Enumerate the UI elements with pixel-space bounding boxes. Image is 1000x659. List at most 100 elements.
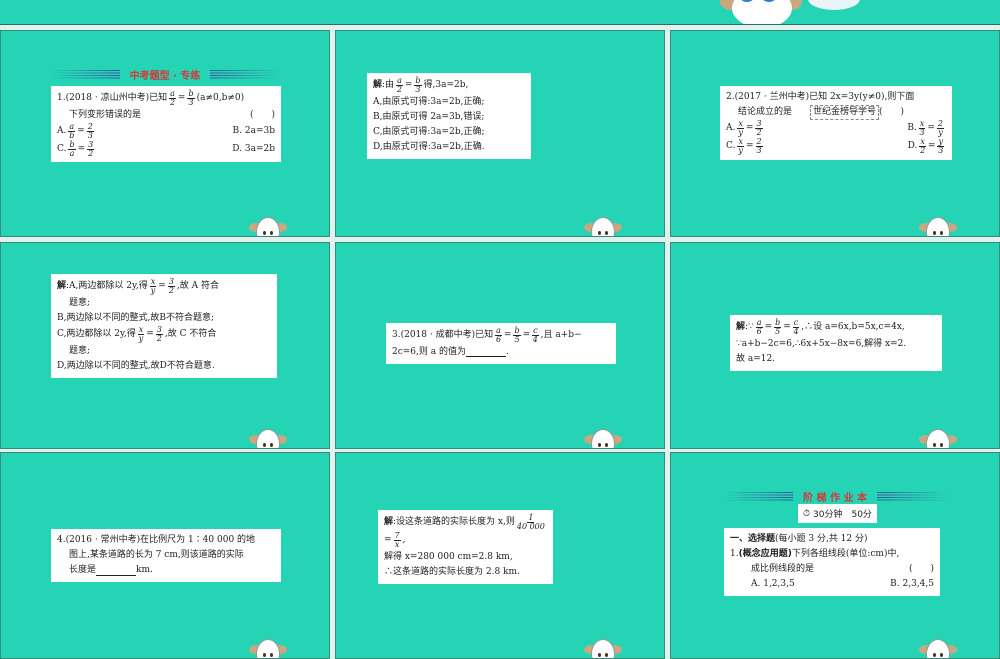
mascot-part bbox=[933, 443, 936, 447]
fraction: 32 bbox=[155, 325, 163, 344]
text-line: 结论成立的是 世纪金榜导学号( ) bbox=[726, 105, 946, 121]
time-score-badge: ⏱ 30分钟 50分 bbox=[798, 504, 877, 523]
dog-mascot-icon bbox=[919, 429, 957, 448]
slide-4[interactable]: 解:A,两边都除以 2y,得 x y = 3 2 ,故 A 符合 题意; B,两边除以不同的整式… bbox=[0, 242, 330, 449]
fraction: ba bbox=[68, 140, 76, 159]
denominator: 2 bbox=[156, 334, 162, 344]
fraction: b5 bbox=[774, 318, 782, 337]
dog-mascot-icon bbox=[249, 217, 287, 236]
denominator: 2 bbox=[920, 146, 926, 156]
text: 题意; bbox=[69, 297, 91, 308]
text: = bbox=[783, 322, 791, 333]
text: 2c=6,则 a 的值为 bbox=[392, 346, 466, 357]
dog-mascot-icon bbox=[584, 639, 622, 658]
fraction: y3 bbox=[937, 137, 944, 156]
text-line: B,两边除以不同的整式,故B不符合题意; bbox=[57, 311, 271, 326]
mascot-part bbox=[591, 429, 615, 448]
mascot-part bbox=[926, 217, 950, 236]
text: = bbox=[522, 330, 531, 341]
stripe-decoration bbox=[49, 70, 120, 79]
text: C. bbox=[57, 143, 67, 154]
text-line: 解:设这条道路的实际长度为 x,则 1 40 000 bbox=[384, 513, 547, 532]
text: = bbox=[146, 329, 154, 340]
text: C,两边都除以 2y,得 bbox=[57, 329, 136, 340]
time-score-text: 30分钟 50分 bbox=[813, 510, 872, 520]
denominator: 6 bbox=[756, 327, 762, 337]
text-line: 题意; bbox=[57, 344, 271, 359]
denominator: 2 bbox=[169, 98, 176, 108]
fraction: b3 bbox=[187, 89, 195, 108]
text-line: 下列变形错误的是 ( ) bbox=[57, 108, 275, 123]
text: B. 2,3,4,5 bbox=[890, 578, 934, 589]
text: 3.(2018 · 成都中考)已知 bbox=[392, 330, 494, 341]
text: A. bbox=[726, 123, 736, 134]
fraction: xy bbox=[149, 277, 157, 296]
text-line: 解:由 a 2 = b 3 得,3a=2b, bbox=[373, 76, 525, 95]
fraction: xy bbox=[737, 137, 744, 156]
text-line: D,两边除以不同的整式,故D不符合题意. bbox=[57, 359, 271, 374]
text: 结论成立的是 bbox=[738, 107, 793, 117]
bold-label: 解 bbox=[57, 281, 67, 292]
text: 下列变形错误的是 bbox=[69, 109, 142, 120]
dog-mascot-icon bbox=[919, 217, 957, 236]
text-line: 一、选择题 (每小题 3 分,共 12 分) bbox=[730, 532, 934, 547]
slide-1[interactable]: 中考题型 · 专练 1.(2018 · 凉山州中考)已知 a 2 = b 3 (a≠0,b≠0… bbox=[0, 30, 330, 237]
text: = bbox=[404, 80, 413, 91]
text: = bbox=[384, 535, 392, 546]
text: :∵ bbox=[745, 322, 754, 333]
text-line: ∵a+b−2c=6,∴6x+5x−8x=6,解得 x=2. bbox=[736, 337, 936, 352]
fraction: a2 bbox=[169, 89, 176, 108]
text: 题意; bbox=[69, 345, 91, 356]
text: 解得 x=280 000 cm=2.8 km, bbox=[384, 551, 513, 562]
slide-9[interactable]: 阶 梯 作 业 本 ⏱ 30分钟 50分 一、选择题 (每小题 3 分,共 12 分) 1… bbox=[670, 452, 1000, 659]
text-line: C. b a = 3 2 D. 3a=2b bbox=[57, 140, 275, 159]
denominator: 5 bbox=[775, 327, 781, 337]
content-box: 解:A,两边都除以 2y,得 x y = 3 2 ,故 A 符合 题意; B,两边除以不同的整式… bbox=[51, 274, 277, 378]
fraction: b3 bbox=[414, 76, 422, 95]
mascot-part bbox=[605, 231, 608, 235]
dog-mascot-icon bbox=[584, 429, 622, 448]
denominator: x bbox=[394, 540, 400, 550]
text: A,由原式可得:3a=2b,正确; bbox=[373, 96, 485, 107]
text: ,故 C 不符合 bbox=[164, 329, 217, 340]
mascot-part bbox=[933, 231, 936, 235]
text: 2.(2017 · 兰州中考)已知 2x=3y(y≠0),则下面 bbox=[726, 91, 915, 102]
text-line: 图上,某条道路的长为 7 cm,则该道路的实际 bbox=[57, 548, 275, 563]
fraction: a2 bbox=[396, 76, 403, 95]
answer-blank[interactable] bbox=[96, 566, 137, 576]
fraction: x2 bbox=[919, 137, 926, 156]
denominator: 6 bbox=[495, 335, 502, 345]
text: 长度是 bbox=[69, 564, 97, 575]
mascot-part bbox=[263, 653, 266, 657]
section-header: 阶 梯 作 业 本 bbox=[671, 489, 999, 504]
bold-label: 解 bbox=[384, 517, 394, 528]
text: = bbox=[745, 123, 754, 134]
mascot-part bbox=[926, 639, 950, 658]
text: B,由原式可得 2a=3b,错误; bbox=[373, 111, 485, 122]
fraction: 32 bbox=[87, 140, 95, 159]
stripe-decoration bbox=[210, 70, 281, 79]
text: D. bbox=[907, 141, 918, 152]
denominator: 5 bbox=[514, 335, 520, 345]
mascot-part bbox=[591, 639, 615, 658]
fraction: xy bbox=[737, 119, 744, 138]
slide-6[interactable]: 解:∵ a 6 = b 5 = c 4 ,∴设 a=6x,b=5x,c=4x, ∵a+b−2c=6,… bbox=[670, 242, 1000, 449]
text: 4.(2016 · 常州中考)在比例尺为 1∶40 000 的地 bbox=[57, 534, 256, 545]
slide-8[interactable]: 解:设这条道路的实际长度为 x,则 1 40 000 = 7 x, 解得 x=280 000… bbox=[335, 452, 665, 659]
dog-mascot-icon bbox=[249, 639, 287, 658]
text-line: 故 a=12. bbox=[736, 352, 936, 367]
text: ( ) bbox=[249, 109, 275, 120]
denominator: y bbox=[150, 286, 156, 296]
denominator: 2 bbox=[396, 85, 402, 95]
fraction: 7x bbox=[393, 531, 401, 550]
answer-blank[interactable] bbox=[465, 347, 506, 358]
slide-5[interactable]: 3.(2018 · 成都中考)已知 a 6 = b 5 = c 4 ,且 a+b− 2c=6,则 a… bbox=[335, 242, 665, 449]
fraction: x3 bbox=[918, 119, 926, 138]
slide-7[interactable]: 4.(2016 · 常州中考)在比例尺为 1∶40 000 的地图上,某条道路的… bbox=[0, 452, 330, 659]
fraction: c4 bbox=[532, 326, 539, 345]
slide-3[interactable]: 2.(2017 · 兰州中考)已知 2x=3y(y≠0),则下面结论成立的是 世纪… bbox=[670, 30, 1000, 237]
mascot-part bbox=[926, 429, 950, 448]
slide-2[interactable]: 解:由 a 2 = b 3 得,3a=2b, A,由原式可得:3a=2b,正确; B,由原式可得… bbox=[335, 30, 665, 237]
bold-label: 解 bbox=[736, 322, 746, 333]
text: 1.(2018 · 凉山州中考)已知 bbox=[57, 93, 168, 104]
